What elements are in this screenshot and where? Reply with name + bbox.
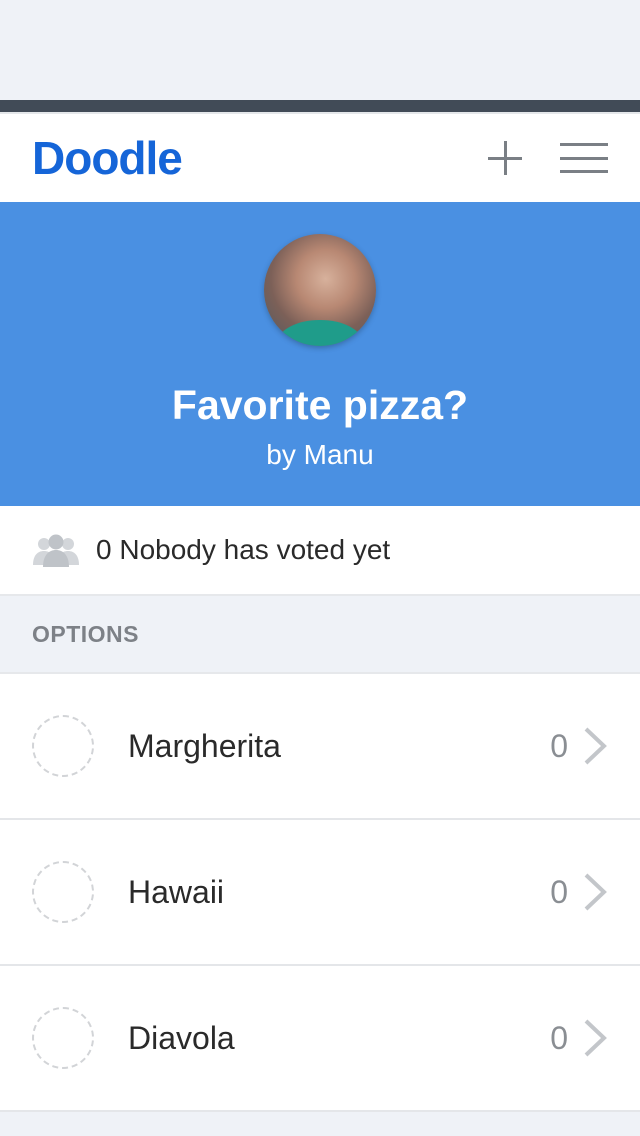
status-area — [0, 0, 640, 100]
header-actions — [488, 141, 608, 175]
poll-hero: Favorite pizza? by Manu — [0, 202, 640, 506]
options-label: OPTIONS — [32, 620, 140, 647]
chevron-right-icon[interactable] — [582, 1018, 608, 1058]
option-count: 0 — [550, 1019, 568, 1056]
option-count: 0 — [550, 873, 568, 910]
vote-circle-icon[interactable] — [32, 715, 94, 777]
chevron-right-icon[interactable] — [582, 726, 608, 766]
option-row-diavola[interactable]: Diavola 0 — [0, 966, 640, 1112]
option-label: Margherita — [128, 727, 281, 764]
votes-summary[interactable]: 0 Nobody has voted yet — [0, 506, 640, 596]
option-row-hawaii[interactable]: Hawaii 0 — [0, 820, 640, 966]
poll-author: by Manu — [266, 439, 374, 470]
app-header: Doodle — [0, 112, 640, 202]
option-row-margherita[interactable]: Margherita 0 — [0, 674, 640, 820]
people-icon — [33, 534, 79, 567]
doodle-logo[interactable]: Doodle — [32, 131, 183, 185]
chevron-right-icon[interactable] — [582, 872, 608, 912]
options-section-header: OPTIONS — [0, 596, 640, 674]
option-label: Diavola — [128, 1019, 235, 1056]
avatar — [264, 234, 376, 346]
vote-circle-icon[interactable] — [32, 1007, 94, 1069]
option-label: Hawaii — [128, 873, 225, 910]
option-count: 0 — [550, 727, 568, 764]
vote-circle-icon[interactable] — [32, 861, 94, 923]
plus-icon[interactable] — [488, 141, 522, 175]
top-divider-bar — [0, 100, 640, 112]
hamburger-menu-icon[interactable] — [560, 143, 608, 173]
votes-text: 0 Nobody has voted yet — [96, 534, 391, 565]
poll-title: Favorite pizza? — [171, 382, 469, 428]
